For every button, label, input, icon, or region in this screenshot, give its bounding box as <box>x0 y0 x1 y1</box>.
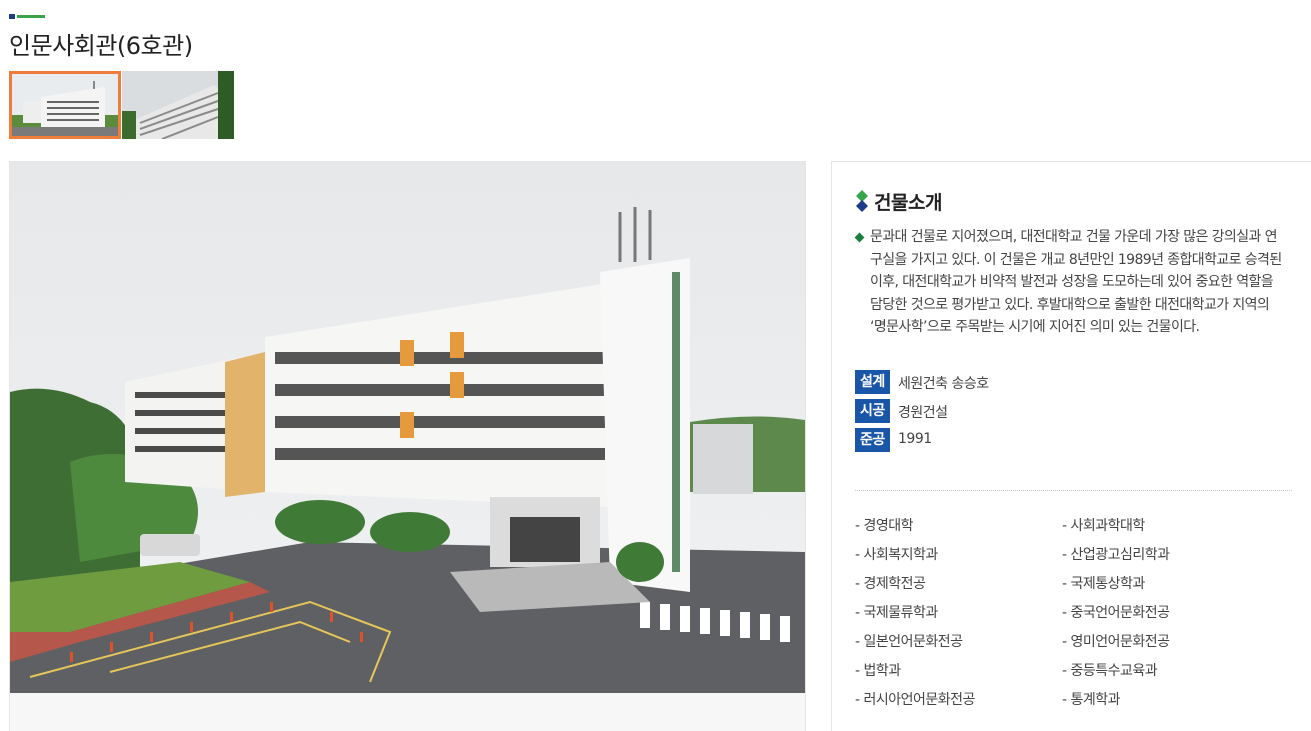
page-title: 인문사회관(6호관) <box>9 32 193 60</box>
thumbnail-strip <box>9 71 235 139</box>
list-item[interactable]: - 산업광고심리학과 <box>1062 544 1170 564</box>
fact-label-badge: 준공 <box>855 428 890 452</box>
building-description: 문과대 건물로 지어졌으며, 대전대학교 건물 가운데 가장 많은 강의실과 연… <box>854 226 1288 339</box>
list-item[interactable]: - 통계학과 <box>1062 689 1121 709</box>
fact-value: 경원건설 <box>898 405 948 421</box>
fact-row-completion: 준공 1991 <box>855 428 1155 457</box>
thumbnail-building-front[interactable] <box>9 71 121 139</box>
list-item[interactable]: - 영미언어문화전공 <box>1062 631 1170 651</box>
fact-value: 세원건축 송승호 <box>898 376 989 392</box>
fact-label-badge: 시공 <box>855 399 890 423</box>
list-item[interactable]: - 사회과학대학 <box>1062 515 1145 535</box>
fact-row-construction: 시공 경원건설 <box>855 399 1155 428</box>
list-item[interactable]: - 러시아언어문화전공 <box>855 689 975 709</box>
building-info-panel: 건물소개 문과대 건물로 지어졌으며, 대전대학교 건물 가운데 가장 많은 강… <box>831 161 1311 731</box>
list-item[interactable]: - 사회복지학과 <box>855 544 938 564</box>
list-item[interactable]: - 법학과 <box>855 660 901 680</box>
description-text: 문과대 건물로 지어졌으며, 대전대학교 건물 가운데 가장 많은 강의실과 연… <box>870 229 1282 336</box>
section-title: 건물소개 <box>874 192 942 214</box>
list-item[interactable]: - 국제물류학과 <box>855 602 938 622</box>
title-decoration <box>9 14 45 19</box>
list-item[interactable]: - 국제통상학과 <box>1062 573 1145 593</box>
diamond-icon <box>856 190 868 212</box>
dotted-divider <box>855 490 1292 491</box>
list-item[interactable]: - 경제학전공 <box>855 573 926 593</box>
list-item[interactable]: - 경영대학 <box>855 515 914 535</box>
list-item[interactable]: - 중국언어문화전공 <box>1062 602 1170 622</box>
main-building-photo <box>10 162 805 693</box>
thumbnail-building-side[interactable] <box>122 71 234 139</box>
fact-value: 1991 <box>898 431 932 447</box>
list-item[interactable]: - 중등특수교육과 <box>1062 660 1158 680</box>
fact-label-badge: 설계 <box>855 370 890 394</box>
main-photo-container <box>9 161 806 731</box>
building-facts: 설계 세원건축 송승호 시공 경원건설 준공 1991 <box>855 370 1155 457</box>
fact-row-design: 설계 세원건축 송승호 <box>855 370 1155 399</box>
list-item[interactable]: - 일본언어문화전공 <box>855 631 963 651</box>
